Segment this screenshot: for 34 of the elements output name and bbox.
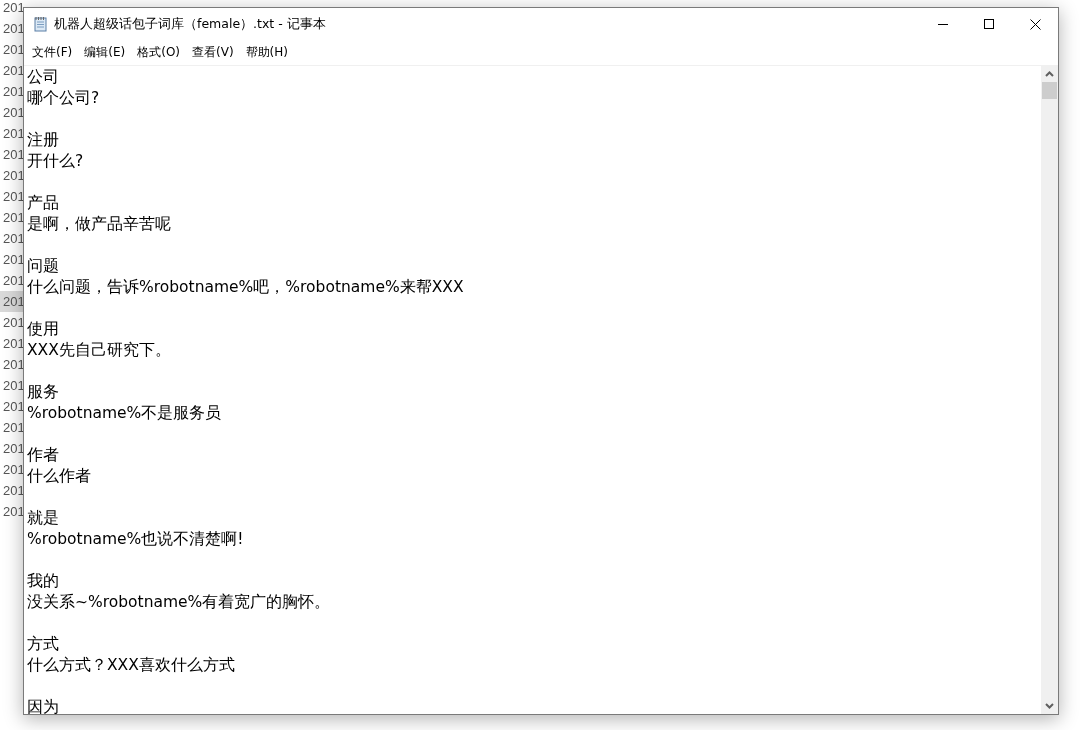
notepad-icon bbox=[33, 16, 48, 32]
scroll-down-icon[interactable] bbox=[1045, 703, 1054, 709]
text-line: %robotname%也说不清楚啊! bbox=[27, 530, 244, 548]
text-line: 使用 bbox=[27, 320, 59, 338]
text-line: 什么方式？XXX喜欢什么方式 bbox=[27, 656, 235, 674]
text-line: 注册 bbox=[27, 131, 59, 149]
window-title: 机器人超级话包子词库（female）.txt - 记事本 bbox=[54, 15, 327, 33]
text-line: 因为 bbox=[27, 698, 59, 714]
menu-item[interactable]: 帮助(H) bbox=[239, 44, 294, 61]
menu-item[interactable]: 文件(F) bbox=[26, 44, 79, 61]
scroll-thumb[interactable] bbox=[1042, 82, 1057, 99]
text-line: 什么问题，告诉%robotname%吧，%robotname%来帮XXX bbox=[27, 278, 464, 296]
text-line: 作者 bbox=[27, 446, 59, 464]
text-line: 没关系~%robotname%有着宽广的胸怀。 bbox=[27, 593, 331, 611]
scrollbar[interactable] bbox=[1041, 66, 1058, 714]
maximize-icon bbox=[983, 18, 995, 30]
text-line: 服务 bbox=[27, 383, 59, 401]
text-line: 开什么? bbox=[27, 152, 84, 170]
text-line: 产品 bbox=[27, 194, 59, 212]
text-line: 我的 bbox=[27, 572, 59, 590]
close-icon bbox=[1029, 18, 1041, 30]
text-line: 方式 bbox=[27, 635, 59, 653]
text-line: XXX先自己研究下。 bbox=[27, 341, 171, 359]
text-line: 就是 bbox=[27, 509, 59, 527]
menu-item[interactable]: 编辑(E) bbox=[78, 44, 132, 61]
text-line: 哪个公司? bbox=[27, 89, 100, 107]
scroll-up-icon[interactable] bbox=[1045, 71, 1054, 77]
text-line: 问题 bbox=[27, 257, 59, 275]
menu-item[interactable]: 格式(O) bbox=[131, 44, 187, 61]
text-line: %robotname%不是服务员 bbox=[27, 404, 222, 422]
text-line: 公司 bbox=[27, 68, 59, 86]
text-line: 是啊，做产品辛苦呢 bbox=[27, 215, 171, 233]
menu-item[interactable]: 查看(V) bbox=[186, 44, 240, 61]
text-line: 什么作者 bbox=[27, 467, 91, 485]
